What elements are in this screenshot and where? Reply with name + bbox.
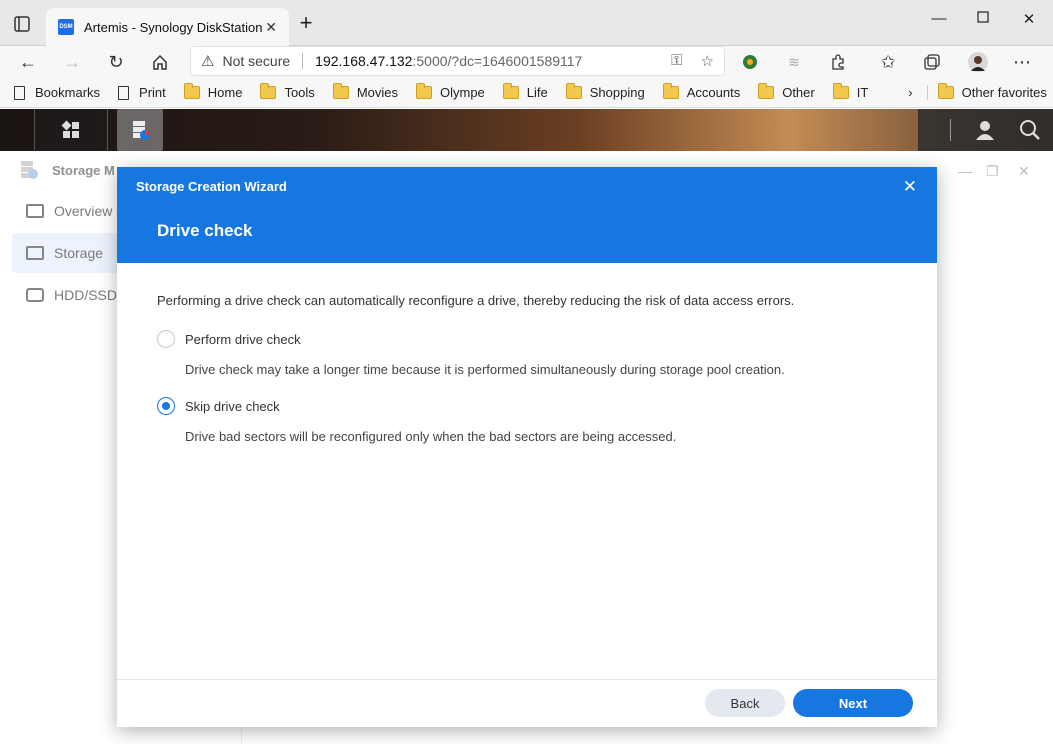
new-tab-icon[interactable]: +	[294, 12, 318, 36]
wizard-title: Storage Creation Wizard	[136, 179, 287, 194]
skip-drive-check-radio[interactable]	[157, 397, 175, 415]
bookmark-label: Olympe	[440, 85, 485, 100]
wizard-body: Performing a drive check can automatical…	[117, 263, 937, 494]
bookmark-home[interactable]: Home	[183, 83, 243, 100]
bookmark-label: IT	[856, 85, 869, 100]
wizard-close-icon[interactable]: ✕	[903, 177, 917, 197]
taskbar-divider	[949, 119, 951, 141]
folder-icon	[502, 83, 519, 99]
forward-arrow-icon[interactable]: →	[60, 50, 84, 74]
bookmark-label: Home	[207, 85, 243, 100]
storage-manager-icon	[133, 121, 150, 140]
add-favorite-icon[interactable]: ☆	[701, 52, 714, 70]
folder-icon	[183, 83, 200, 99]
url-path: :5000/?dc=1646001589117	[412, 53, 583, 69]
folder-icon	[416, 83, 432, 99]
option-description: Drive check may take a longer time becau…	[185, 362, 785, 377]
wizard-header: Storage Creation Wizard ✕ Drive check	[117, 167, 937, 263]
option-skip-drive-check[interactable]: Skip drive check	[157, 397, 897, 415]
bookmark-shopping[interactable]: Shopping	[565, 83, 645, 100]
main-menu-button[interactable]	[34, 109, 108, 151]
security-label: Not secure	[222, 53, 291, 69]
option-perform-drive-check[interactable]: Perform drive check	[157, 330, 897, 348]
warning-icon: ⚠	[201, 53, 215, 70]
dsm-taskbar	[0, 109, 1053, 151]
browser-navbar: ← → ↻ ⚠ Not secure 192.168.47.132:5000/?…	[0, 46, 1053, 78]
folder-icon	[832, 83, 849, 99]
dsm-taskbar-right	[918, 109, 1053, 151]
favorites-icon[interactable]: ✩	[876, 50, 900, 74]
tab-close-icon[interactable]: ✕	[265, 19, 277, 36]
bookmark-label: Tools	[284, 85, 315, 100]
wizard-step-title: Drive check	[157, 221, 253, 240]
perform-drive-check-radio[interactable]	[157, 330, 175, 348]
back-arrow-icon[interactable]: ←	[16, 50, 40, 74]
bookmark-label: Print	[139, 85, 166, 100]
key-icon[interactable]: ⚿	[671, 52, 682, 70]
bookmark-tools[interactable]: Tools	[260, 83, 315, 100]
option-description: Drive bad sectors will be reconfigured o…	[185, 429, 677, 444]
home-icon[interactable]	[148, 50, 172, 74]
bookmark-it[interactable]: IT	[832, 83, 869, 100]
profile-avatar[interactable]	[966, 50, 990, 74]
back-button[interactable]: Back	[705, 689, 785, 717]
folder-icon	[662, 83, 679, 99]
next-button[interactable]: Next	[793, 689, 913, 717]
bookmark-olympe[interactable]: Olympe	[416, 83, 485, 100]
other-favorites-label: Other favorites	[961, 85, 1047, 100]
bookmark-label: Other	[782, 85, 815, 100]
wizard-intro: Performing a drive check can automatical…	[157, 293, 795, 308]
folder-icon	[758, 83, 775, 99]
bookmark-label: Movies	[356, 85, 398, 100]
bookmarks-overflow-chevron-icon[interactable]: ›	[908, 85, 912, 100]
bookmark-print[interactable]: Print	[118, 85, 166, 100]
page-icon	[118, 85, 130, 100]
option-label: Skip drive check	[185, 398, 280, 414]
folder-icon	[937, 83, 954, 99]
maximize-icon[interactable]	[971, 10, 995, 34]
bookmark-other[interactable]: Other	[758, 83, 815, 100]
wizard-footer: Back Next	[117, 679, 937, 727]
search-icon[interactable]	[1019, 119, 1041, 141]
bookmark-bookmarks[interactable]: Bookmarks	[14, 85, 100, 100]
address-bar[interactable]: ⚠ Not secure 192.168.47.132:5000/?dc=164…	[190, 46, 725, 76]
url-host: 192.168.47.132	[315, 53, 413, 69]
storage-creation-wizard: Storage Creation Wizard ✕ Drive check Pe…	[117, 167, 937, 727]
bookmark-label: Bookmarks	[35, 85, 101, 100]
tab-title: Artemis - Synology DiskStation	[84, 19, 263, 35]
bookmark-label: Life	[526, 85, 548, 100]
folder-icon	[565, 83, 582, 99]
browser-titlebar: DSM Artemis - Synology DiskStation ✕ + —…	[0, 0, 1053, 46]
bookmark-label: Shopping	[589, 85, 645, 100]
minimize-icon[interactable]: —	[927, 10, 951, 34]
collections-icon[interactable]	[920, 50, 944, 74]
window-close-icon[interactable]: ✕	[1017, 10, 1041, 34]
storage-manager-taskbar-button[interactable]	[117, 109, 163, 151]
extensions-puzzle-icon[interactable]	[826, 50, 850, 74]
refresh-icon[interactable]: ↻	[104, 50, 128, 74]
page-icon	[14, 85, 25, 100]
bookmark-life[interactable]: Life	[502, 83, 548, 100]
extension-globe-icon[interactable]	[738, 50, 762, 74]
bookmark-label: Accounts	[686, 85, 741, 100]
bookmark-movies[interactable]: Movies	[332, 83, 398, 100]
extension-icon[interactable]: ≋	[782, 50, 806, 74]
other-favorites[interactable]: Other favorites	[926, 83, 1047, 100]
bookmark-accounts[interactable]: Accounts	[662, 83, 741, 100]
option-label: Perform drive check	[185, 331, 301, 347]
bookmarks-bar: Bookmarks Print Home Tools Movies Olympe…	[0, 78, 1053, 108]
tab-actions-icon[interactable]	[10, 12, 34, 36]
browser-tab[interactable]: DSM Artemis - Synology DiskStation ✕	[46, 8, 289, 46]
grid-icon	[61, 120, 79, 138]
folder-icon	[332, 83, 349, 99]
user-icon[interactable]	[974, 119, 996, 141]
more-menu-icon[interactable]: ⋯	[1010, 50, 1034, 74]
address-separator	[302, 53, 304, 69]
dsm-favicon-icon: DSM	[58, 19, 74, 35]
folder-icon	[260, 83, 277, 99]
